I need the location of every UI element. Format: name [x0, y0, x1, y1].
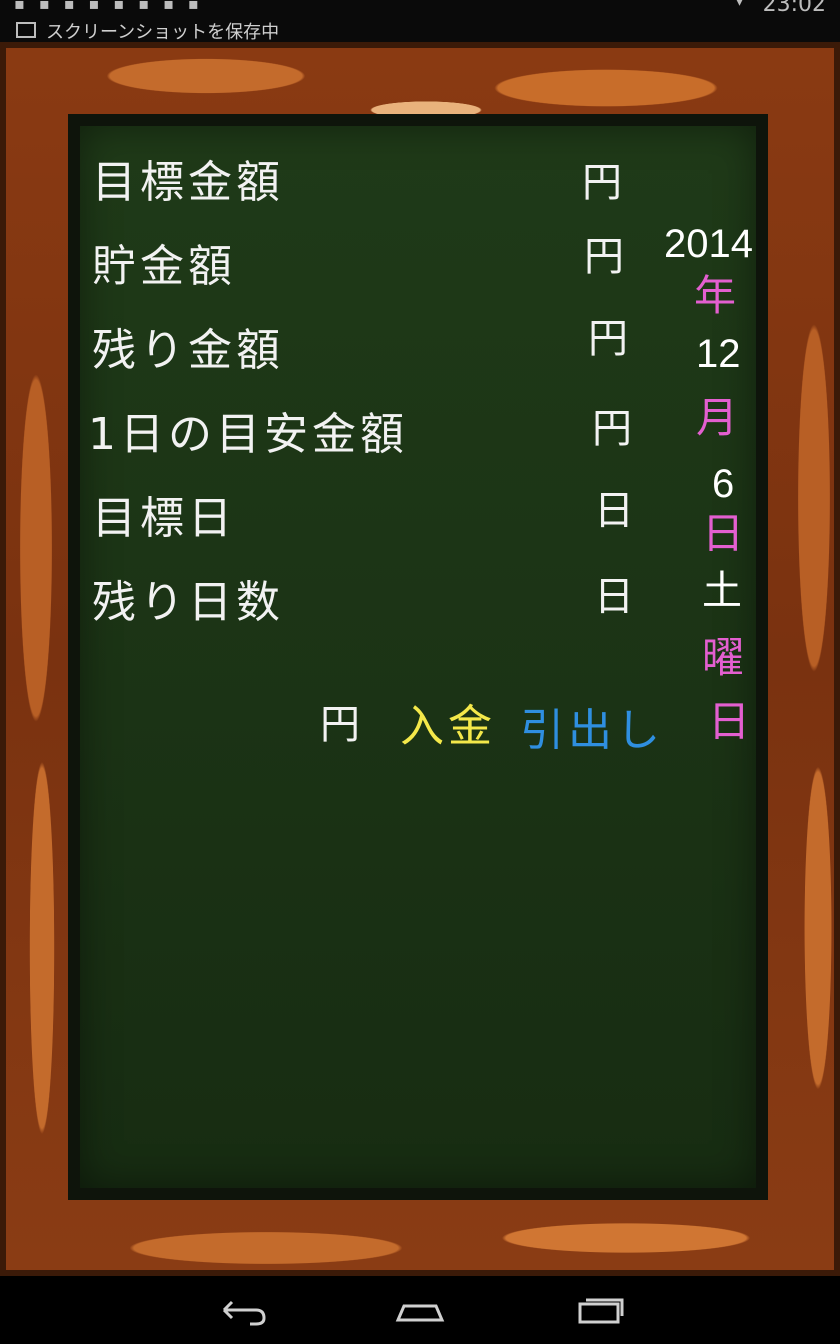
date-year: 2014	[664, 222, 753, 266]
clock: 23:02	[762, 0, 826, 17]
withdraw-button[interactable]: 引出し	[520, 694, 664, 758]
screenshot-icon	[16, 22, 36, 38]
back-icon[interactable]	[210, 1290, 270, 1330]
amount-unit[interactable]: 円	[320, 692, 360, 750]
date-day-suffix: 日	[702, 509, 745, 558]
status-bar: ▪▪▪▪▪▪▪▪ スクリーンショットを保存中 ▾ 23:02	[0, 0, 840, 43]
date-month: 12	[696, 332, 741, 376]
navigation-bar	[0, 1276, 840, 1344]
date-month-suffix: 月	[696, 393, 739, 442]
home-icon[interactable]	[390, 1290, 450, 1330]
unit-target-date[interactable]: 日	[594, 478, 634, 536]
unit-target-amount[interactable]: 円	[582, 150, 622, 208]
label-remaining-amount: 残り金額	[92, 325, 284, 376]
recents-icon[interactable]	[570, 1290, 630, 1330]
wifi-icon: ▾	[734, 0, 744, 11]
unit-remaining-amount[interactable]: 円	[588, 306, 628, 364]
label-remaining-days: 残り日数	[92, 577, 284, 628]
unit-remaining-days[interactable]: 日	[594, 564, 634, 622]
notification-text: スクリーンショットを保存中	[46, 22, 280, 43]
label-daily-amount: 1日の目安金額	[88, 409, 408, 460]
label-target-amount: 目標金額	[92, 157, 284, 208]
label-target-date: 目標日	[92, 493, 236, 544]
date-weekday-suffix-2: 日	[708, 697, 751, 746]
deposit-button[interactable]: 入金	[400, 690, 496, 754]
label-savings: 貯金額	[92, 241, 236, 292]
unit-daily-amount[interactable]: 円	[592, 396, 632, 454]
date-weekday-suffix-1: 曜	[702, 633, 745, 682]
date-weekday: 土	[702, 568, 742, 614]
date-year-suffix: 年	[694, 271, 737, 320]
notification-icons: ▪▪▪▪▪▪▪▪	[14, 0, 213, 13]
unit-savings[interactable]: 円	[584, 224, 624, 282]
